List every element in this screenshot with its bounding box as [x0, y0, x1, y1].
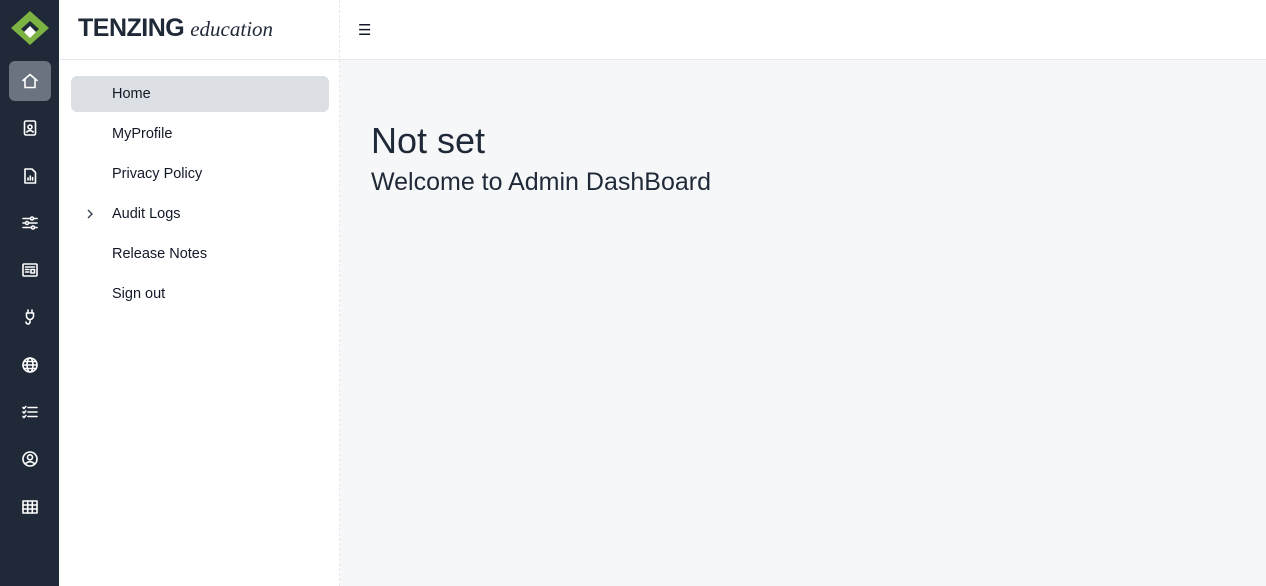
sidebar-item-label: Sign out [112, 286, 166, 302]
home-icon [22, 73, 38, 89]
sidebar-item-sign-out[interactable]: Sign out [71, 276, 329, 312]
nav-divider [59, 59, 340, 60]
page-title: Not set [371, 120, 486, 161]
rail-profile-button[interactable] [9, 108, 51, 148]
main-content: Not set Welcome to Admin DashBoard [340, 60, 1266, 586]
sidebar-item-home[interactable]: Home [71, 76, 329, 112]
rail-table-button[interactable] [9, 487, 51, 527]
sidebar-item-label: Release Notes [112, 246, 208, 262]
icon-rail [0, 0, 59, 586]
hamburger-icon[interactable]: ☰ [358, 20, 372, 40]
rail-settings-button[interactable] [9, 203, 51, 243]
rail-home-button[interactable] [9, 61, 51, 101]
sidebar-item-label: Audit Logs [112, 206, 181, 222]
rail-tasks-button[interactable] [9, 392, 51, 432]
sliders-icon [22, 216, 38, 230]
sidebar-item-privacy-policy[interactable]: Privacy Policy [71, 156, 329, 192]
brand-tagline: education [190, 17, 274, 41]
rail-integrations-button[interactable] [9, 297, 51, 337]
id-badge-icon [23, 120, 37, 136]
newspaper-icon [22, 263, 38, 277]
table-icon [22, 500, 38, 514]
sidebar-item-audit-logs[interactable]: Audit Logs [71, 196, 329, 232]
sidebar-item-label: Privacy Policy [112, 166, 203, 182]
brand-logo[interactable]: TENZING education [78, 14, 273, 46]
sidebar-item-label: Home [112, 86, 151, 102]
rail-web-button[interactable] [9, 345, 51, 385]
plug-icon [25, 309, 35, 325]
sidebar-item-myprofile[interactable]: MyProfile [71, 116, 329, 152]
rail-account-button[interactable] [9, 439, 51, 479]
user-circle-icon [22, 451, 38, 467]
globe-icon [22, 357, 38, 373]
sidebar-item-release-notes[interactable]: Release Notes [71, 236, 329, 272]
rail-news-button[interactable] [9, 250, 51, 290]
page-subtitle: Welcome to Admin DashBoard [371, 168, 711, 196]
nav-panel: TENZING education Home MyProfile Privacy… [59, 0, 340, 586]
logo-icon[interactable] [9, 9, 51, 45]
sidebar-item-label: MyProfile [112, 126, 173, 142]
checklist-icon [22, 405, 38, 419]
rail-report-button[interactable] [9, 156, 51, 196]
chevron-right-icon[interactable] [85, 207, 95, 221]
report-icon [24, 168, 37, 184]
top-header: ☰ [340, 0, 1266, 60]
brand-name: TENZING [78, 14, 185, 42]
